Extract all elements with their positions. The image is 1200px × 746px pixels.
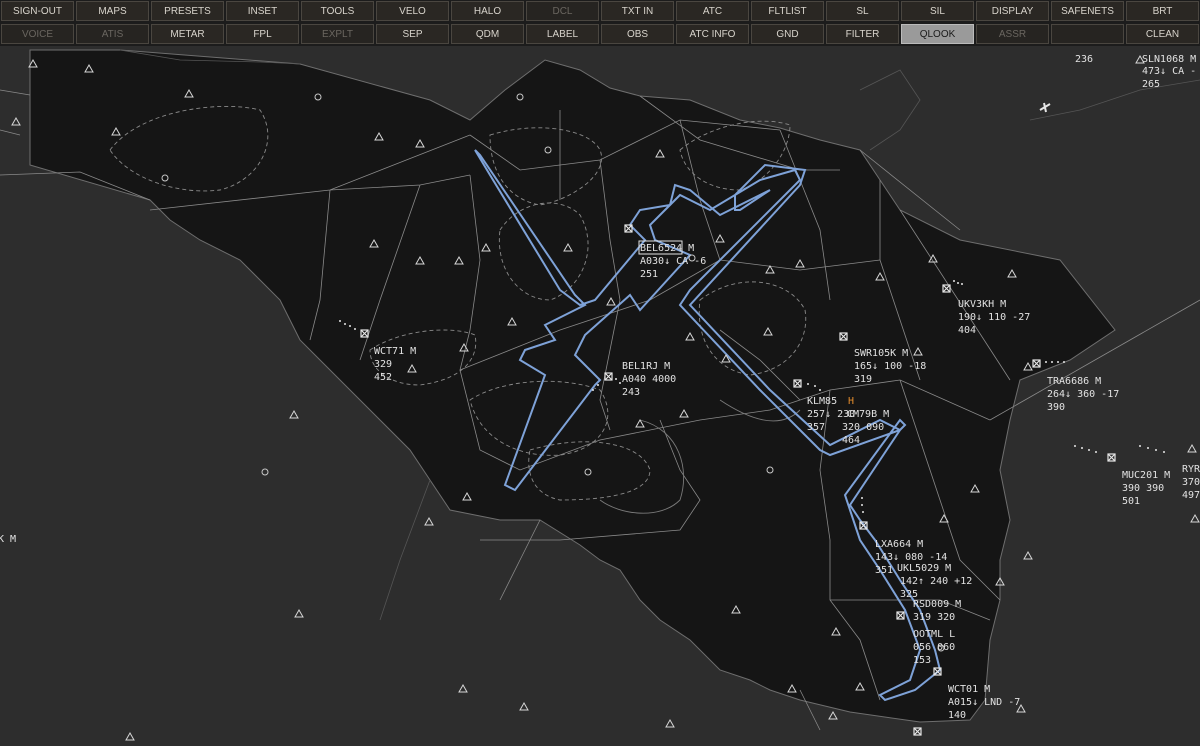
label-line2: 329 (374, 359, 392, 370)
label-callsign: KLM85 (807, 396, 837, 407)
atc-button[interactable]: ATC (676, 1, 749, 21)
tools-button[interactable]: TOOLS (301, 1, 374, 21)
label-callsign: RSD009 M (913, 599, 961, 610)
sign-out-button[interactable]: SIGN-OUT (1, 1, 74, 21)
toolbar-row-2: VOICE ATIS METAR FPL EXPLT SEP QDM LABEL OBS ATC … (0, 23, 1200, 45)
sl-button[interactable]: SL (826, 1, 899, 21)
label-line2: 473↓ CA - (1142, 66, 1196, 77)
label-line3: 357 (807, 422, 825, 433)
filter-button[interactable]: FILTER (826, 24, 899, 44)
label-line3: 243 (622, 387, 640, 398)
label-line3: 497 (1182, 490, 1200, 501)
label-line3: 464 (842, 435, 860, 446)
dcl-button[interactable]: DCL (526, 1, 599, 21)
label-line2: 143↓ 080 -14 (875, 552, 947, 563)
velo-button[interactable]: VELO (376, 1, 449, 21)
label-line2: 390 390 (1122, 483, 1164, 494)
label-callsign: LXA664 M (875, 539, 923, 550)
label-line3: 501 (1122, 496, 1140, 507)
label-callsign: WCT01 M (948, 684, 990, 695)
toolbar: SIGN-OUT MAPS PRESETS INSET TOOLS VELO HALO DCL… (0, 0, 1200, 46)
label-line2: 190↓ 110 -27 (958, 312, 1030, 323)
label-callsign: UKL5029 M (897, 563, 951, 574)
blank-button (1051, 24, 1124, 44)
warning-marker: H (848, 396, 854, 407)
label-line3: 265 (1142, 79, 1160, 90)
label-line2: 142↑ 240 +12 (900, 576, 972, 587)
label-line2: A015↓ LND -7 (948, 697, 1020, 708)
qdm-button[interactable]: QDM (451, 24, 524, 44)
label-callsign: SLN1068 M (1142, 54, 1196, 65)
label-callsign: MUC201 M (1122, 470, 1170, 481)
left-edge-text: K M (0, 534, 16, 545)
label-line3: 452 (374, 372, 392, 383)
label-line3: 319 (854, 374, 872, 385)
label-line3: 351 (875, 565, 893, 576)
label-line2: 264↓ 360 -17 (1047, 389, 1119, 400)
label-line2: 370 (1182, 477, 1200, 488)
label-line3: 390 (1047, 402, 1065, 413)
brt-button[interactable]: BRT (1126, 1, 1199, 21)
maps-button[interactable]: MAPS (76, 1, 149, 21)
label-callsign: OOTML L (913, 629, 955, 640)
label-line2: 319 320 (913, 612, 955, 623)
sil-button[interactable]: SIL (901, 1, 974, 21)
fltlist-button[interactable]: FLTLIST (751, 1, 824, 21)
label-button[interactable]: LABEL (526, 24, 599, 44)
label-callsign: TRA6686 M (1047, 376, 1101, 387)
label-line3: 153 (913, 655, 931, 666)
label-line3: 404 (958, 325, 976, 336)
atc-radar-window: SIGN-OUT MAPS PRESETS INSET TOOLS VELO HALO DCL… (0, 0, 1200, 746)
presets-button[interactable]: PRESETS (151, 1, 224, 21)
sep-button[interactable]: SEP (376, 24, 449, 44)
corner-text: 236 (1075, 54, 1093, 65)
safenets-button[interactable]: SAFENETS (1051, 1, 1124, 21)
label-callsign: WCT71 M (374, 346, 416, 357)
label-line3: 251 (640, 269, 658, 280)
atc-info-button[interactable]: ATC INFO (676, 24, 749, 44)
label-line2: 056 060 (913, 642, 955, 653)
voice-button[interactable]: VOICE (1, 24, 74, 44)
clean-button[interactable]: CLEAN (1126, 24, 1199, 44)
assr-button[interactable]: ASSR (976, 24, 1049, 44)
obs-button[interactable]: OBS (601, 24, 674, 44)
label-callsign: CM79B M (847, 409, 889, 420)
txt-in-button[interactable]: TXT IN (601, 1, 674, 21)
atis-button[interactable]: ATIS (76, 24, 149, 44)
label-callsign: RYR (1182, 464, 1200, 475)
radar-map[interactable]: 236 K M SLN1068 M 473↓ CA - 265 BEL6524 … (0, 46, 1200, 746)
label-line2: A030↓ CA -6 (640, 256, 706, 267)
label-line2: A040 4000 (622, 374, 676, 385)
label-callsign: BEL1RJ M (622, 361, 670, 372)
toolbar-row-1: SIGN-OUT MAPS PRESETS INSET TOOLS VELO HALO DCL… (0, 0, 1200, 22)
gnd-button[interactable]: GND (751, 24, 824, 44)
explt-button[interactable]: EXPLT (301, 24, 374, 44)
halo-button[interactable]: HALO (451, 1, 524, 21)
label-line2: 165↓ 100 -18 (854, 361, 926, 372)
fpl-button[interactable]: FPL (226, 24, 299, 44)
qlook-button[interactable]: QLOOK (901, 24, 974, 44)
label-line2: 320 090 (842, 422, 884, 433)
display-button[interactable]: DISPLAY (976, 1, 1049, 21)
label-callsign: BEL6524 M (640, 243, 694, 254)
metar-button[interactable]: METAR (151, 24, 224, 44)
label-callsign: UKV3KH M (958, 299, 1006, 310)
label-line3: 140 (948, 710, 966, 721)
label-callsign: SWR105K M (854, 348, 908, 359)
inset-button[interactable]: INSET (226, 1, 299, 21)
